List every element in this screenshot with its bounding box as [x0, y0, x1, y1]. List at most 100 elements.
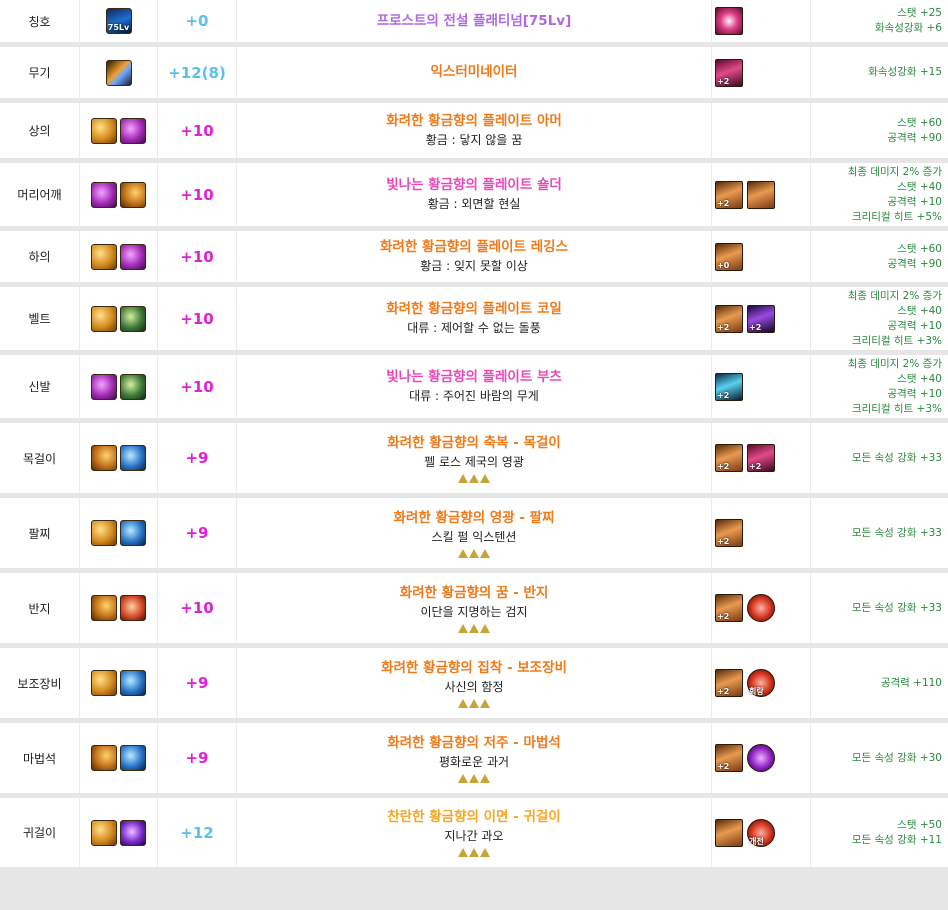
table-row: 하의 +10 화려한 황금향의 플레이트 레깅스 황금 : 잊지 못할 이상 +0 스탯 … — [0, 231, 948, 287]
item-name[interactable]: 화려한 황금향의 플레이트 코일 — [386, 300, 562, 319]
gold-magicstone-icon[interactable] — [91, 745, 117, 771]
gold-sub-icon[interactable] — [91, 670, 117, 696]
grade-triangles-icon — [458, 548, 490, 558]
blue-bracelet-icon[interactable] — [120, 520, 146, 546]
triangle-icon — [469, 698, 479, 708]
item-info: 화려한 황금향의 플레이트 레깅스 황금 : 잊지 못할 이상 — [237, 231, 712, 282]
table-row: 상의 +10 화려한 황금향의 플레이트 아머 황금 : 닿지 않을 꿈 스탯 +60 공… — [0, 103, 948, 163]
emblem-icon[interactable]: +2 — [715, 444, 743, 472]
gold-earring-icon[interactable] — [91, 819, 117, 846]
green-belt-icon[interactable] — [120, 305, 146, 332]
item-icons — [80, 798, 158, 867]
table-row: 신발 +10 빛나는 황금향의 플레이트 부츠 대류 : 주어진 바람의 무게 +2 최종… — [0, 355, 948, 423]
emblem-label: +2 — [717, 76, 730, 86]
item-name[interactable]: 화려한 황금향의 플레이트 아머 — [386, 112, 562, 131]
item-icons — [80, 355, 158, 418]
emblem-icon[interactable]: +2 — [747, 444, 775, 472]
reinforce-level: +10 — [158, 355, 237, 418]
item-name[interactable]: 화려한 황금향의 플레이트 레깅스 — [380, 238, 568, 257]
triangle-icon — [458, 848, 468, 857]
item-name[interactable]: 빛나는 황금향의 플레이트 숄더 — [386, 176, 562, 195]
stat-line: 화속성강화 +6 — [874, 22, 942, 34]
item-name[interactable]: 빛나는 황금향의 플레이트 부츠 — [386, 368, 562, 387]
emblem-icon[interactable]: 개전 — [747, 818, 775, 847]
emblem-icon[interactable] — [747, 180, 775, 209]
set-option-name: 대류 : 주어진 바람의 무게 — [409, 389, 539, 403]
emblem-icon[interactable]: +2 — [715, 372, 743, 401]
item-info: 프로스트의 전설 플래티넘[75Lv] — [237, 0, 712, 42]
gold-armor-icon[interactable] — [91, 117, 117, 144]
item-info: 화려한 황금향의 영광 - 팔찌 스킬 펄 익스텐션 — [237, 498, 712, 568]
emblem-icon[interactable]: +2 — [747, 304, 775, 333]
stat-line: 최종 데미지 2% 증가 — [847, 357, 942, 370]
stat-line: 크리티컬 히트 +3% — [851, 334, 942, 347]
emblem-icon[interactable] — [747, 744, 775, 772]
stat-list: 화속성강화 +15 — [811, 47, 948, 98]
reinforce-level: +10 — [158, 163, 237, 226]
stat-line: 크리티컬 히트 +3% — [851, 402, 942, 415]
stat-list: 모든 속성 강화 +33 — [811, 423, 948, 493]
blue-necklace-icon[interactable] — [120, 445, 146, 471]
reinforce-level: +9 — [158, 423, 237, 493]
blue-sub-icon[interactable] — [120, 670, 146, 696]
triangle-icon — [458, 773, 468, 783]
slot-label: 벨트 — [0, 287, 80, 350]
item-name[interactable]: 찬란한 황금향의 이면 - 귀걸이 — [387, 808, 560, 827]
emblem-icon[interactable]: +2 — [715, 594, 743, 622]
item-name[interactable]: 화려한 황금향의 영광 - 팔찌 — [393, 509, 554, 528]
emblem-label: +2 — [717, 322, 730, 332]
item-name[interactable]: 화려한 황금향의 집착 - 보조장비 — [381, 659, 567, 678]
emblem-icon[interactable]: +2 — [715, 58, 743, 87]
purple-shoulder-icon[interactable] — [91, 181, 117, 208]
emblem-icon[interactable] — [715, 7, 743, 35]
triangle-icon — [469, 473, 479, 483]
stat-line: 최종 데미지 2% 증가 — [847, 289, 942, 302]
violet-earring-icon[interactable] — [120, 819, 146, 846]
item-icons — [80, 163, 158, 226]
emblem-icon[interactable]: +2 — [715, 744, 743, 772]
emblem-slots: +2 — [712, 355, 811, 418]
purple-legs-icon[interactable] — [120, 243, 146, 270]
stat-list: 공격력 +110 — [811, 648, 948, 718]
sword-icon[interactable] — [105, 59, 132, 86]
emblem-icon[interactable]: +2 — [715, 519, 743, 547]
reinforce-level: +10 — [158, 231, 237, 282]
emblem-icon[interactable]: +2 — [715, 180, 743, 209]
emblem-icon[interactable]: +2 — [715, 304, 743, 333]
emblem-icon[interactable]: 회랑 — [747, 669, 775, 697]
stat-list: 최종 데미지 2% 증가 스탯 +40 공격력 +10 크리티컬 히트 +5% — [811, 163, 948, 226]
set-option-name: 사신의 함정 — [444, 679, 504, 694]
red-ring-icon[interactable] — [120, 595, 146, 621]
item-name[interactable]: 화려한 황금향의 꿈 - 반지 — [400, 584, 549, 603]
gold-legs-icon[interactable] — [91, 243, 117, 270]
emblem-icon[interactable] — [747, 594, 775, 622]
gold-ring-icon[interactable] — [91, 595, 117, 621]
triangle-icon — [458, 698, 468, 708]
green-boots-icon[interactable] — [120, 373, 146, 400]
gold-belt-icon[interactable] — [91, 305, 117, 332]
item-name[interactable]: 화려한 황금향의 축복 - 목걸이 — [387, 434, 560, 453]
stat-list: 스탯 +60 공격력 +90 — [811, 103, 948, 158]
grade-triangles-icon — [458, 623, 490, 633]
gold-shoulder-icon[interactable] — [120, 181, 146, 208]
blue-magicstone-icon[interactable] — [120, 745, 146, 771]
stat-line: 화속성강화 +15 — [868, 66, 942, 78]
grade-triangles-icon — [458, 698, 490, 708]
item-info: 화려한 황금향의 축복 - 목걸이 펠 로스 제국의 영광 — [237, 423, 712, 493]
gold-bracelet-icon[interactable] — [91, 520, 117, 546]
title-gem-icon[interactable]: 75Lv — [105, 8, 132, 34]
purple-armor-icon[interactable] — [120, 117, 146, 144]
stat-line: 공격력 +10 — [887, 195, 942, 208]
emblem-icon[interactable]: +0 — [715, 242, 743, 271]
item-name[interactable]: 화려한 황금향의 저주 - 마법석 — [387, 734, 560, 753]
emblem-icon[interactable] — [715, 818, 743, 847]
item-name[interactable]: 프로스트의 전설 플래티넘[75Lv] — [377, 12, 572, 31]
purple-boots-icon[interactable] — [91, 373, 117, 400]
stat-line: 모든 속성 강화 +33 — [851, 451, 942, 464]
stat-line: 공격력 +110 — [880, 676, 942, 689]
emblem-label: 개전 — [749, 836, 764, 846]
item-name[interactable]: 익스터미네이터 — [431, 63, 518, 82]
slot-label: 하의 — [0, 231, 80, 282]
emblem-icon[interactable]: +2 — [715, 669, 743, 697]
gold-necklace-icon[interactable] — [91, 445, 117, 471]
